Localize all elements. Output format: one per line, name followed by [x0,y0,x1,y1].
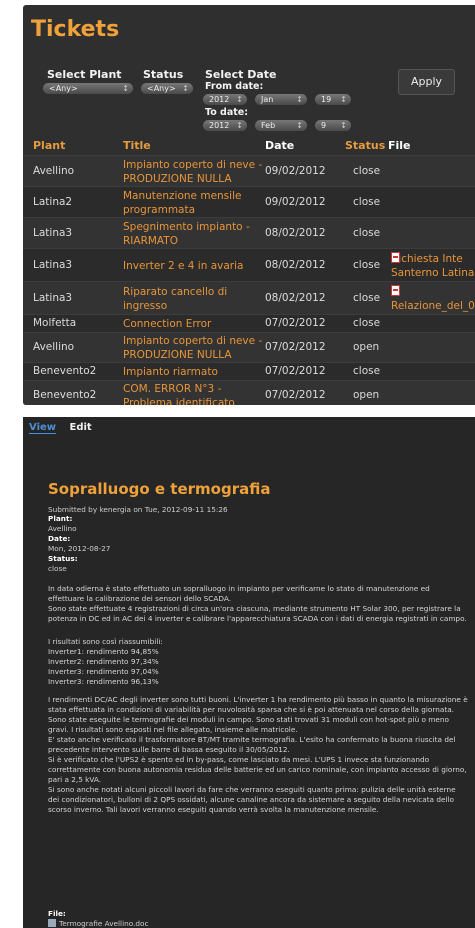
tab-edit[interactable]: Edit [70,422,92,433]
cell-title-link[interactable]: Impianto riarmato [123,365,263,379]
file-name[interactable]: Richiesta Inte Santerno Latina [391,253,474,279]
cell-title-link[interactable]: Inverter 2 e 4 in avaria [123,259,263,273]
cell-date: 08/02/2012 [265,292,326,304]
cell-title-link[interactable]: Connection Error [123,317,263,331]
from-day-select[interactable]: 19 [315,94,351,105]
node-title: Sopralluogo e termografia [48,480,271,498]
plant-select[interactable]: <Any> [43,83,133,94]
plant-label: Plant: [48,514,73,523]
cell-status: close [353,196,381,208]
col-plant[interactable]: Plant [33,139,65,152]
page-title: Tickets [31,17,120,42]
cell-plant: Latina2 [33,196,73,208]
cell-status: close [353,227,381,239]
cell-title-link[interactable]: Impianto coperto di neve - PRODUZIONE NU… [123,158,263,186]
cell-title-link[interactable]: Impianto coperto di neve - PRODUZIONE NU… [123,334,263,362]
status-label: Status [143,68,184,81]
body-paragraph-1: In data odierna è stato effettuato un so… [48,584,467,623]
to-year-select[interactable]: 2012 [203,120,247,131]
cell-date: 08/02/2012 [265,227,326,239]
file-name[interactable]: Relazione_del_0 [391,300,475,312]
cell-plant: Benevento2 [33,365,97,377]
cell-plant: Latina3 [33,259,73,271]
node-tabs: View Edit [29,422,102,434]
cell-date: 07/02/2012 [265,341,326,353]
cell-plant: Latina3 [33,292,73,304]
date-field-value: Mon, 2012-08-27 [48,544,111,553]
table-row: Latina2 Manutenzione mensile programmata… [23,186,475,218]
cell-file-link[interactable]: Richiesta Inte Santerno Latina [391,252,475,280]
to-date-label: To date: [205,107,249,118]
cell-title-link[interactable]: COM. ERROR N°3 - Problema identificato [123,382,263,405]
status-select[interactable]: <Any> [141,83,193,94]
tickets-panel: Tickets Select Plant <Any> Status <Any> … [23,5,475,405]
pdf-icon [391,285,400,296]
cell-date: 09/02/2012 [265,165,326,177]
file-attachment[interactable]: Termografie Avellino.doc [48,919,468,928]
cell-file-link[interactable]: Relazione_del_0 [391,285,475,313]
col-status[interactable]: Status [345,139,385,152]
file-field-label: File: [48,909,468,919]
table-row: Avellino Impianto coperto di neve - PROD… [23,155,475,187]
from-year-select[interactable]: 2012 [203,94,247,105]
table-row: Latina3 Riparato cancello di ingresso 08… [23,281,475,315]
cell-date: 07/02/2012 [265,317,326,329]
body-paragraph-3: I rendimenti DC/AC degli inverter sono t… [48,695,468,814]
table-row: Latina3 Spegnimento impianto - RIARMATO … [23,217,475,249]
table-row: Benevento2 Impianto riarmato 07/02/2012 … [23,362,475,381]
cell-plant: Molfetta [33,317,77,329]
status-field-value: close [48,564,67,573]
cell-status: close [353,259,381,271]
col-file[interactable]: File [388,139,411,152]
file-label: File: [48,909,66,918]
cell-title-link[interactable]: Spegnimento impianto - RIARMATO [123,220,263,248]
tab-view[interactable]: View [29,422,57,434]
cell-title-link[interactable]: Manutenzione mensile programmata [123,189,263,217]
cell-status: close [353,292,381,304]
ticket-detail-panel: View Edit Sopralluogo e termografia Subm… [23,417,475,928]
cell-date: 07/02/2012 [265,365,326,377]
table-header: Plant Title Date Status File [23,139,475,155]
table-row: Latina3 Inverter 2 e 4 in avaria 08/02/2… [23,248,475,282]
cell-plant: Avellino [33,165,75,177]
cell-date: 08/02/2012 [265,259,326,271]
cell-date: 09/02/2012 [265,196,326,208]
table-row: Molfetta Connection Error 07/02/2012 clo… [23,314,475,333]
attachment-link[interactable]: Termografie Avellino.doc [59,919,149,928]
plant-field-label: Plant: [48,514,468,524]
apply-button[interactable]: Apply [398,69,455,95]
cell-title-link[interactable]: Riparato cancello di ingresso [123,285,263,313]
cell-status: close [353,365,381,377]
cell-status: close [353,317,381,329]
to-month-select[interactable]: Feb [255,120,307,131]
pdf-icon [391,252,400,263]
select-date-label: Select Date [205,68,277,81]
cell-plant: Latina3 [33,227,73,239]
cell-status: close [353,165,381,177]
cell-date: 07/02/2012 [265,389,326,401]
cell-plant: Benevento2 [33,389,97,401]
from-date-label: From date: [205,81,264,92]
cell-status: open [353,389,380,401]
date-field-label: Date: [48,534,468,544]
cell-plant: Avellino [33,341,75,353]
document-icon [48,919,56,927]
body-paragraph-2: I risultati sono così riassumibili: Inve… [48,637,163,686]
table-row: Avellino Impianto coperto di neve - PROD… [23,332,475,363]
table-row: Benevento2 COM. ERROR N°3 - Problema ide… [23,380,475,405]
col-title[interactable]: Title [123,139,151,152]
col-date[interactable]: Date [265,139,294,152]
to-day-select[interactable]: 9 [315,120,351,131]
status-field-label: Status: [48,554,468,564]
plant-field-value: Avellino [48,524,77,533]
status-label: Status: [48,554,78,563]
select-plant-label: Select Plant [47,68,122,81]
cell-status: open [353,341,380,353]
date-label: Date: [48,534,71,543]
from-month-select[interactable]: Jan [255,94,307,105]
